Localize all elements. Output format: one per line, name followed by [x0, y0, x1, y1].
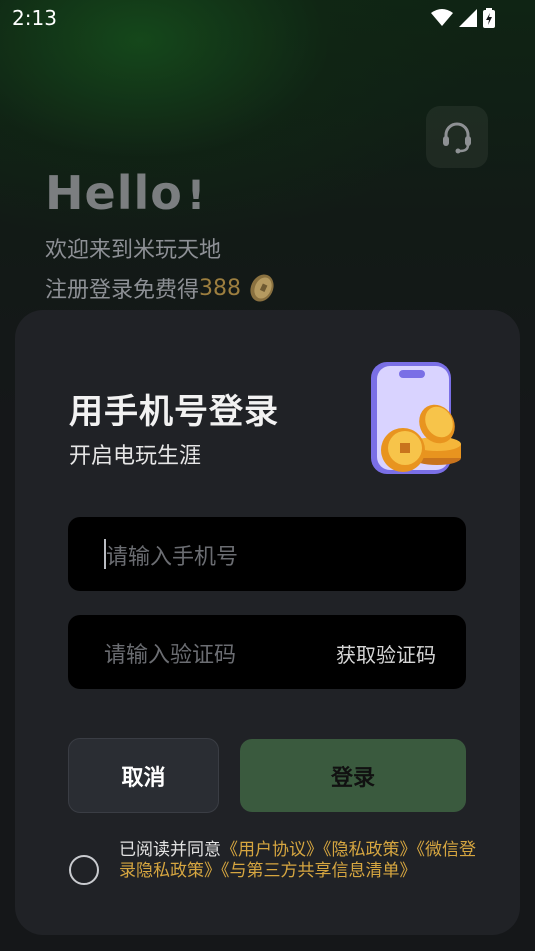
user-agreement-link[interactable]: 《用户协议》: [221, 840, 323, 860]
signal-icon: [459, 9, 477, 27]
verification-code-input[interactable]: 请输入验证码 获取验证码: [68, 615, 466, 689]
coin-icon: [250, 274, 274, 302]
phone-input-placeholder: 请输入手机号: [106, 545, 239, 570]
reward-text: 注册登录免费得 388: [45, 272, 277, 304]
greeting-mark: !: [186, 173, 207, 219]
battery-icon: [483, 8, 495, 28]
agreement-text: 已阅读并同意《用户协议》《隐私政策》《微信登录隐私政策》《与第三方共享信息清单》: [119, 840, 479, 882]
reward-amount: 388: [199, 275, 242, 301]
customer-service-button[interactable]: [426, 106, 488, 168]
status-icons: [431, 8, 495, 28]
code-input-placeholder: 请输入验证码: [104, 643, 237, 668]
privacy-policy-link[interactable]: 《隐私政策》: [323, 840, 417, 860]
reward-prefix: 注册登录免费得: [45, 278, 200, 303]
agreement-prefix: 已阅读并同意: [119, 840, 221, 860]
phone-input[interactable]: 请输入手机号: [68, 517, 466, 591]
welcome-text: 欢迎来到米玩天地: [45, 238, 222, 263]
phone-coins-illustration: [371, 362, 461, 474]
greeting-text: Hello: [45, 166, 183, 220]
login-card: 用手机号登录 开启电玩生涯 请输入手机号 请输入验证码 获取验证码 取消 登录 …: [15, 310, 520, 935]
wifi-icon: [431, 9, 453, 26]
agreement-checkbox[interactable]: [69, 855, 99, 885]
status-bar: 2:13: [0, 0, 535, 36]
login-button[interactable]: 登录: [240, 739, 466, 812]
card-subtitle: 开启电玩生涯: [69, 444, 202, 469]
card-title: 用手机号登录: [69, 392, 279, 432]
get-code-button[interactable]: 获取验证码: [336, 639, 436, 668]
status-time: 2:13: [12, 6, 57, 30]
headset-icon: [443, 122, 471, 154]
third-party-sharing-list-link[interactable]: 《与第三方共享信息清单》: [221, 861, 417, 881]
greeting-heading: Hello!: [45, 166, 206, 220]
cancel-button[interactable]: 取消: [68, 738, 219, 813]
